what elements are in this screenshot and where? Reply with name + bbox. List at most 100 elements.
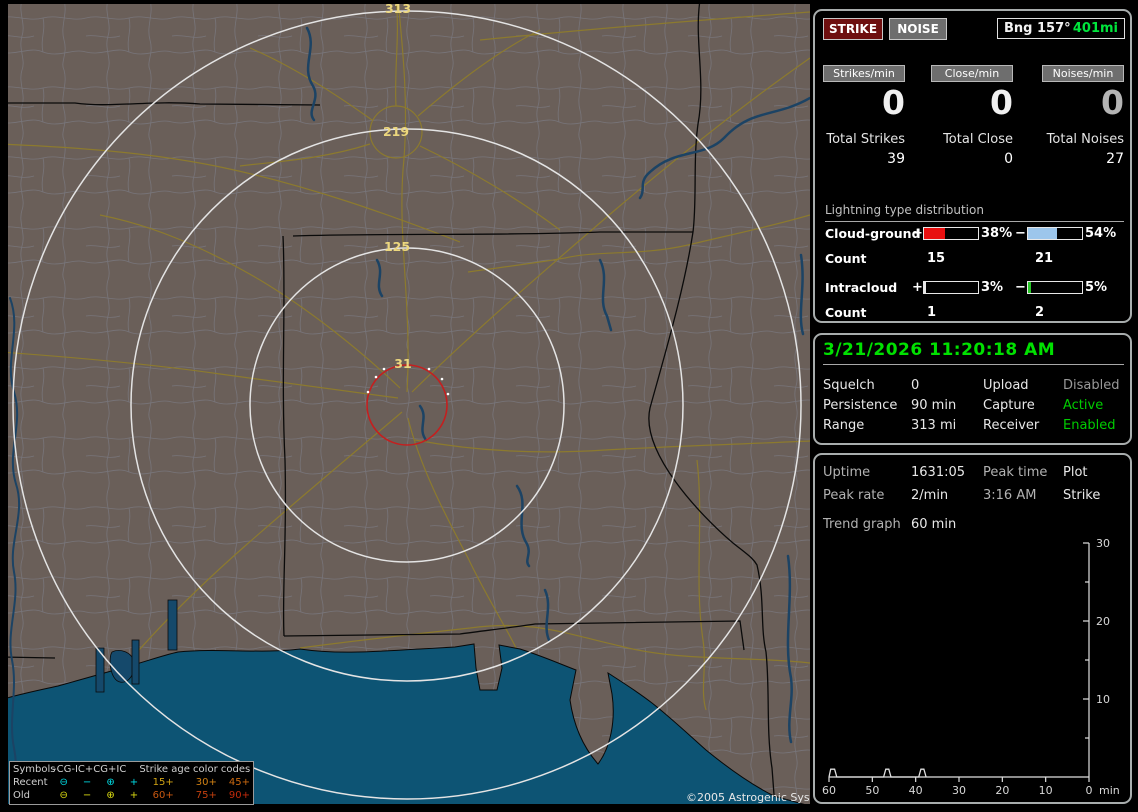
plus-sign: + [912,226,923,241]
map-legend: Symbols -CG -IC +CG +IC Strike age color… [9,761,254,805]
ring-label-31: 31 [394,356,411,371]
age-45: 45+ [228,777,250,788]
legend-col-pcg: +CG [84,764,109,775]
status-panel: 3/21/2026 11:20:18 AM Squelch 0 Upload D… [813,333,1132,445]
uptime-label: Uptime [823,465,871,480]
cg-plus-bar [923,227,979,240]
squelch-value: 0 [911,378,920,393]
legend-recent-row: Recent ⊖ − ⊕ + 15+ 30+ 45+ [13,776,250,789]
distribution-title: Lightning type distribution [825,203,1124,222]
lightning-map[interactable]: 313 219 125 31 ©2005 Astrogenic Systems [8,4,810,804]
trend-graph-value: 60 min [911,517,957,532]
legend-col-pic: +IC [108,764,127,775]
total-close-value: 0 [1004,151,1013,167]
age-75: 75+ [195,790,217,801]
legend-col-ncg: -CG [53,764,72,775]
strike-mode-button[interactable]: STRIKE [823,18,883,40]
svg-text:30: 30 [1096,537,1110,550]
upload-label: Upload [983,378,1029,393]
legend-header-row: Symbols -CG -IC +CG +IC Strike age color… [13,763,250,776]
cloud-ground-label: Cloud-ground [825,226,921,241]
ring-label-313: 313 [385,4,411,16]
persistence-label: Persistence [823,398,898,413]
strikes-per-min-button[interactable]: Strikes/min [823,65,905,82]
peak-rate-label: Peak rate [823,488,885,503]
ic-minus-pct: 5% [1085,280,1108,295]
strikes-per-min-value: 0 [882,83,905,122]
neg-ic-recent-icon: − [82,777,92,788]
svg-text:30: 30 [952,784,966,797]
svg-text:60: 60 [822,784,836,797]
map-canvas: 313 219 125 31 ©2005 Astrogenic Systems [8,4,810,804]
ic-plus-pct: 3% [981,280,1004,295]
svg-text:20: 20 [1096,615,1110,628]
legend-age-title: Strike age color codes [139,764,251,775]
capture-value: Active [1063,398,1104,413]
ic-minus-bar [1027,281,1083,294]
pos-ic-old-icon: + [129,790,139,801]
age-60: 60+ [152,790,174,801]
pos-cg-recent-icon: ⊕ [106,777,115,788]
plot-label: Plot [1063,465,1088,480]
pos-ic-recent-icon: + [129,777,139,788]
legend-symbols-label: Symbols [13,764,56,775]
noises-per-min-button[interactable]: Noises/min [1042,65,1124,82]
minus-sign: − [1015,280,1026,295]
total-strikes-value: 39 [887,151,905,167]
cloud-ground-row: Cloud-ground + 38% − 54% [815,226,1130,241]
count-label: Count [825,251,867,266]
svg-text:10: 10 [1039,784,1053,797]
neg-cg-old-icon: ⊖ [59,790,68,801]
svg-text:50: 50 [865,784,879,797]
trend-graph: 10 20 30 60 50 40 30 20 10 0 min [822,537,1120,797]
ic-plus-bar [923,281,979,294]
noises-column: Noises/min 0 Total Noises 27 [1042,65,1124,167]
peak-time-label: Peak time [983,465,1048,480]
plot-value: Strike [1063,488,1101,503]
pos-cg-old-icon: ⊕ [106,790,115,801]
intracloud-label: Intracloud [825,280,898,295]
svg-text:min: min [1099,784,1120,797]
neg-ic-old-icon: − [82,790,92,801]
cg-minus-pct: 54% [1085,226,1117,241]
svg-text:10: 10 [1096,693,1110,706]
total-close-label: Total Close [943,132,1013,147]
peak-time-value: 3:16 AM [983,488,1037,503]
cg-plus-count: 15 [927,251,946,266]
minus-sign: − [1015,226,1026,241]
legend-recent-label: Recent [13,777,48,788]
svg-text:0: 0 [1086,784,1093,797]
legend-col-nic: -IC [71,764,85,775]
squelch-label: Squelch [823,378,875,393]
upload-value: Disabled [1063,378,1120,393]
intracloud-row: Intracloud + 3% − 5% [815,280,1130,295]
svg-text:20: 20 [995,784,1009,797]
strikes-column: Strikes/min 0 Total Strikes 39 [823,65,905,167]
counters-panel: STRIKE NOISE Bng 157° 401mi Strikes/min … [813,9,1132,323]
close-column: Close/min 0 Total Close 0 [931,65,1013,167]
total-strikes-label: Total Strikes [826,132,905,147]
cg-minus-bar [1027,227,1083,240]
ring-label-125: 125 [384,239,410,254]
bearing-value: Bng 157° [1004,21,1071,36]
copyright-text: ©2005 Astrogenic Systems [686,791,810,804]
age-15: 15+ [152,777,174,788]
uptime-value: 1631:05 [911,465,966,480]
range-label: Range [823,418,865,433]
age-90: 90+ [228,790,250,801]
ic-plus-count: 1 [927,305,937,320]
close-per-min-button[interactable]: Close/min [931,65,1013,82]
persistence-value: 90 min [911,398,957,413]
peak-rate-value: 2/min [911,488,949,503]
trend-graph-label: Trend graph [823,517,901,532]
cg-plus-pct: 38% [981,226,1013,241]
ic-minus-count: 2 [1035,305,1045,320]
noises-per-min-value: 0 [1101,83,1124,122]
neg-cg-recent-icon: ⊖ [59,777,68,788]
range-value: 313 mi [911,418,957,433]
capture-label: Capture [983,398,1035,413]
noise-mode-button[interactable]: NOISE [889,18,947,40]
session-panel: Uptime 1631:05 Peak time Plot Peak rate … [813,453,1132,804]
legend-old-label: Old [13,790,30,801]
bearing-display: Bng 157° 401mi [997,18,1125,39]
